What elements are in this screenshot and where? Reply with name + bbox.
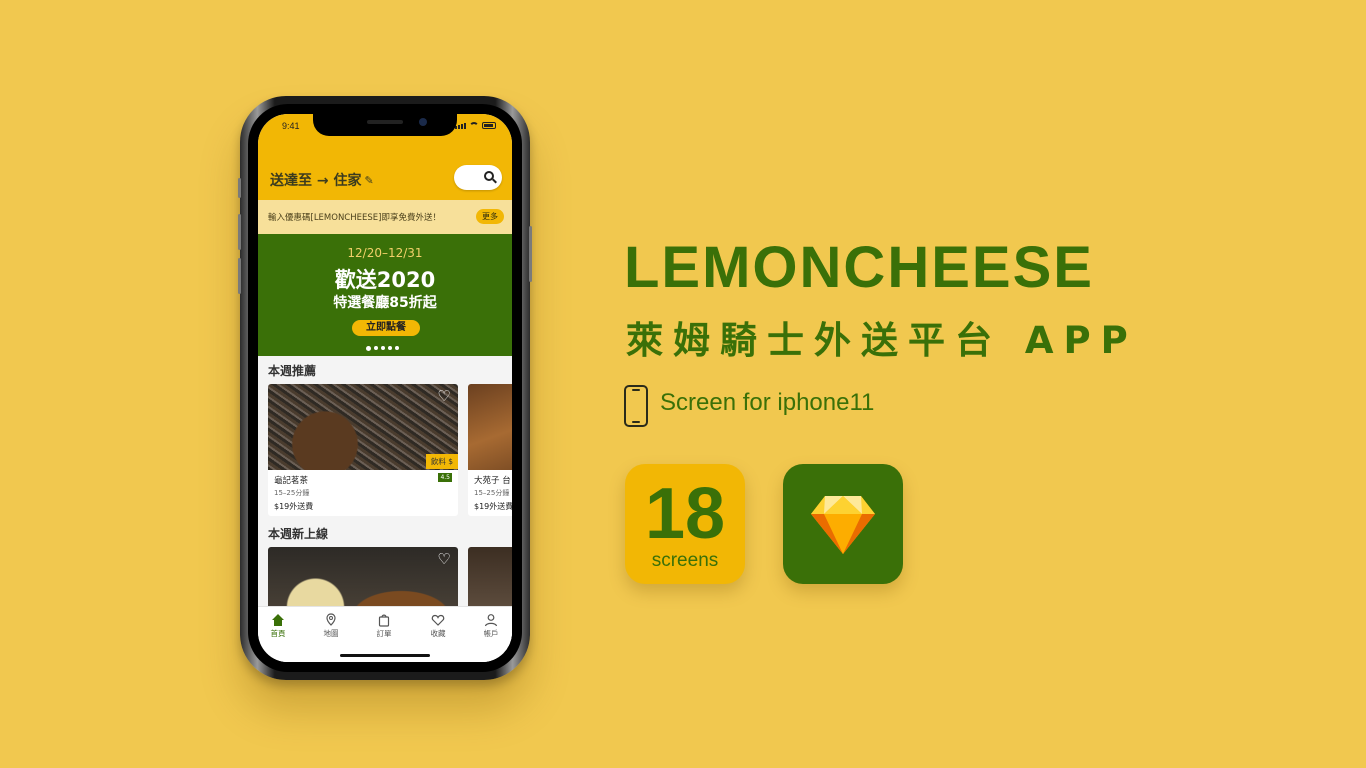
- map-pin-icon: [326, 613, 336, 626]
- sketch-app-tile: [783, 464, 903, 584]
- heart-icon: [431, 614, 445, 626]
- smartphone-icon: [624, 385, 648, 427]
- promo-text: 輸入優惠碼[LEMONCHEESE]即享免費外送！: [268, 213, 441, 223]
- carousel-dot[interactable]: [381, 346, 385, 350]
- status-icons: [455, 122, 496, 129]
- battery-icon: [482, 122, 496, 129]
- category-tag: 飲料 $: [425, 454, 458, 469]
- tab-label: 地圖: [323, 629, 339, 638]
- volume-down-button: [238, 258, 241, 294]
- phone-notch: [313, 114, 457, 136]
- delivery-fee: $19外送費: [474, 502, 512, 511]
- screens-count: 18: [644, 474, 726, 554]
- restaurant-card[interactable]: ♡ 飲料 $ 4.5 龜記茗茶 15–25分鐘 $19外送費: [268, 384, 458, 516]
- user-icon: [484, 614, 498, 627]
- order-now-button[interactable]: 立即點餐: [352, 320, 420, 336]
- tab-home[interactable]: 首頁: [258, 613, 298, 639]
- search-icon: [484, 171, 494, 181]
- wifi-icon: [469, 122, 479, 129]
- mute-switch: [238, 178, 241, 198]
- sketch-diamond-icon: [811, 496, 875, 554]
- restaurant-name: 龜記茗茶: [274, 476, 309, 486]
- banner-date: 12/20–12/31: [347, 246, 423, 260]
- carousel-dot[interactable]: [374, 346, 378, 350]
- brand-subtitle: 萊姆騎士外送平台 APP: [626, 319, 1138, 362]
- rating-badge: 4.5: [438, 473, 452, 482]
- tab-account[interactable]: 帳戶: [471, 613, 511, 639]
- screens-word: screens: [651, 550, 719, 571]
- carousel-dot[interactable]: [366, 346, 371, 351]
- restaurant-card[interactable]: 大苑子 台 15–25分鐘 $19外送費: [468, 384, 512, 516]
- delivery-fee: $19外送費: [274, 502, 314, 511]
- favorite-heart-icon[interactable]: ♡: [436, 389, 452, 404]
- delivery-time: 15–25分鐘: [474, 489, 510, 497]
- section-title-weekly-picks: 本週推薦: [268, 364, 317, 378]
- tab-map[interactable]: 地圖: [311, 613, 351, 639]
- tab-label: 首頁: [270, 629, 286, 638]
- signal-icon: [455, 123, 466, 129]
- tab-label: 訂單: [376, 629, 392, 638]
- screens-count-tile: 18 screens: [625, 464, 745, 584]
- banner-subtitle: 特選餐廳85折起: [333, 295, 437, 311]
- home-indicator[interactable]: [340, 654, 430, 657]
- tab-label: 收藏: [430, 629, 446, 638]
- front-camera: [419, 118, 427, 126]
- speaker-grill: [367, 120, 403, 124]
- search-button[interactable]: [454, 165, 502, 190]
- restaurant-photo: [468, 384, 512, 470]
- delivery-address-label: 送達至 → 住家: [270, 173, 362, 189]
- tab-favorites[interactable]: 收藏: [418, 613, 458, 639]
- favorite-heart-icon[interactable]: ♡: [436, 552, 452, 567]
- section-title-new-this-week: 本週新上線: [268, 527, 329, 541]
- promo-banner[interactable]: 12/20–12/31 歡送2020 特選餐廳85折起 立即點餐: [258, 234, 512, 356]
- carousel-dot[interactable]: [395, 346, 399, 350]
- brand-title: LEMONCHEESE: [624, 235, 1094, 300]
- tab-orders[interactable]: 訂單: [364, 613, 404, 639]
- promo-more-button[interactable]: 更多: [476, 209, 504, 224]
- restaurant-name: 大苑子 台: [474, 476, 511, 486]
- home-icon: [272, 614, 284, 626]
- delivery-time: 15–25分鐘: [274, 489, 310, 497]
- volume-up-button: [238, 214, 241, 250]
- carousel-dot[interactable]: [388, 346, 392, 350]
- edit-pen-icon: ✎: [364, 173, 374, 187]
- promo-bar: 輸入優惠碼[LEMONCHEESE]即享免費外送！ 更多: [258, 200, 512, 234]
- delivery-address-selector[interactable]: 送達至 → 住家 ✎: [270, 170, 374, 190]
- power-button: [529, 226, 532, 282]
- phone-mockup: 9:41 送達至 → 住家 ✎ 輸入優惠碼[LEMONCHEESE]即享免費外送…: [238, 96, 532, 680]
- device-line: Screen for iphone11: [660, 389, 875, 416]
- order-bag-icon: [378, 614, 390, 627]
- tab-label: 帳戶: [483, 629, 499, 638]
- banner-headline: 歡送2020: [334, 268, 436, 292]
- carousel-dots: [366, 346, 399, 351]
- app-screen: 9:41 送達至 → 住家 ✎ 輸入優惠碼[LEMONCHEESE]即享免費外送…: [258, 114, 512, 662]
- status-time: 9:41: [282, 121, 300, 131]
